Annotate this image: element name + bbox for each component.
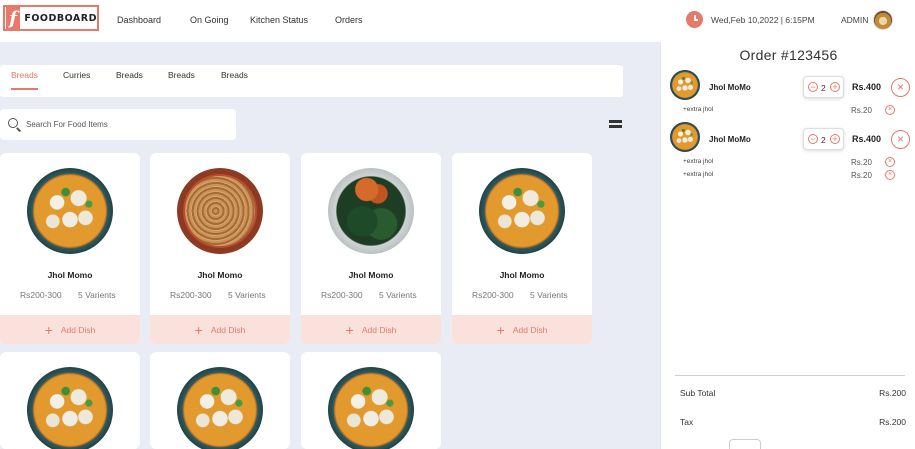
dish-name: Jhol Momo bbox=[499, 270, 545, 280]
search-bar[interactable] bbox=[0, 109, 236, 140]
dish-name: Jhol Momo bbox=[47, 270, 93, 280]
dish-image bbox=[177, 367, 263, 449]
search-input[interactable] bbox=[26, 117, 226, 131]
remove-item-button[interactable]: × bbox=[891, 78, 910, 97]
dish-variant-count: 5 Varients bbox=[530, 290, 568, 300]
dish-card bbox=[150, 352, 290, 449]
dish-card: Jhol Momo Rs200-300 5 Varients + Add Dis… bbox=[0, 153, 140, 344]
dish-name: Jhol Momo bbox=[348, 270, 394, 280]
nav-orders[interactable]: Orders bbox=[335, 15, 363, 25]
nav-on-going[interactable]: On Going bbox=[190, 15, 229, 25]
dish-price-range: Rs200-300 bbox=[472, 290, 514, 300]
dish-variant-count: 5 Varients bbox=[228, 290, 266, 300]
dish-image bbox=[27, 168, 113, 254]
remove-item-button[interactable]: × bbox=[891, 130, 910, 149]
dish-price-range: Rs200-300 bbox=[20, 290, 62, 300]
quantity-stepper: − 2 + bbox=[803, 76, 844, 98]
tab-breads-active[interactable]: Breads bbox=[11, 70, 38, 80]
user-role[interactable]: ADMIN bbox=[841, 15, 868, 25]
remove-extra-button[interactable]: × bbox=[885, 105, 895, 115]
order-item-name: Jhol MoMo bbox=[709, 83, 751, 92]
list-view-icon[interactable] bbox=[609, 120, 622, 129]
plus-icon: + bbox=[345, 321, 354, 338]
dish-price-range: Rs200-300 bbox=[170, 290, 212, 300]
brand-name: FOODBOARD bbox=[24, 12, 97, 24]
extra-price: Rs.20 bbox=[851, 158, 872, 167]
subtotal-label: Sub Total bbox=[680, 388, 716, 398]
add-dish-label: Add Dish bbox=[361, 324, 397, 335]
add-dish-button[interactable]: + Add Dish bbox=[301, 315, 441, 344]
extra-label: +extra jhol bbox=[683, 106, 714, 113]
category-tab-bar: Breads Curries Breads Breads Breads bbox=[0, 65, 623, 97]
tab-breads-3[interactable]: Breads bbox=[168, 70, 195, 80]
dish-image bbox=[479, 168, 565, 254]
dish-image bbox=[177, 168, 263, 254]
dish-price-range: Rs200-300 bbox=[321, 290, 363, 300]
dish-card bbox=[0, 352, 140, 449]
order-item-price: Rs.400 bbox=[852, 82, 882, 92]
extra-label: +extra jhol bbox=[683, 158, 714, 165]
plus-icon: + bbox=[496, 321, 505, 338]
search-icon bbox=[8, 118, 18, 128]
extra-price: Rs.20 bbox=[851, 106, 872, 115]
dish-variant-count: 5 Varients bbox=[379, 290, 417, 300]
order-panel: Order #123456 Jhol MoMo − 2 + Rs.400 × +… bbox=[660, 42, 915, 449]
dish-image bbox=[328, 168, 414, 254]
decrease-quantity-button[interactable]: − bbox=[808, 134, 818, 144]
logo-icon: f bbox=[6, 7, 21, 29]
dish-card bbox=[301, 352, 441, 449]
extra-price: Rs.20 bbox=[851, 171, 872, 180]
app-logo[interactable]: f FOODBOARD bbox=[3, 5, 99, 31]
avatar[interactable] bbox=[873, 10, 893, 30]
tax-label: Tax bbox=[680, 417, 694, 427]
dish-name: Jhol Momo bbox=[197, 270, 243, 280]
dish-variant-count: 5 Varients bbox=[78, 290, 116, 300]
current-datetime: Wed,Feb 10,2022 | 6:15PM bbox=[711, 15, 815, 25]
add-dish-button[interactable]: + Add Dish bbox=[0, 315, 140, 344]
add-dish-label: Add Dish bbox=[512, 324, 548, 335]
tab-curries[interactable]: Curries bbox=[63, 70, 90, 80]
tab-breads-4[interactable]: Breads bbox=[221, 70, 248, 80]
clock-icon bbox=[686, 11, 703, 28]
quantity-stepper: − 2 + bbox=[803, 128, 844, 150]
order-item-image bbox=[670, 122, 700, 152]
active-tab-indicator bbox=[11, 88, 38, 90]
plus-icon: + bbox=[44, 321, 53, 338]
quantity-value: 2 bbox=[821, 83, 826, 93]
add-dish-button[interactable]: + Add Dish bbox=[452, 315, 592, 344]
dish-card: Jhol Momo Rs200-300 5 Varients + Add Dis… bbox=[452, 153, 592, 344]
order-item-name: Jhol MoMo bbox=[709, 135, 751, 144]
summary-divider bbox=[675, 375, 905, 376]
add-dish-label: Add Dish bbox=[60, 324, 96, 335]
increase-quantity-button[interactable]: + bbox=[830, 82, 840, 92]
plus-icon: + bbox=[194, 321, 203, 338]
subtotal-value: Rs.200 bbox=[879, 388, 906, 398]
order-title: Order #123456 bbox=[739, 47, 838, 63]
dish-image bbox=[27, 367, 113, 449]
add-dish-label: Add Dish bbox=[210, 324, 246, 335]
dish-card: Jhol Momo Rs200-300 5 Varients + Add Dis… bbox=[150, 153, 290, 344]
discount-input[interactable] bbox=[729, 439, 761, 449]
remove-extra-button[interactable]: × bbox=[885, 170, 895, 180]
extra-label: +extra jhol bbox=[683, 171, 714, 178]
nav-kitchen-status[interactable]: Kitchen Status bbox=[250, 15, 308, 25]
decrease-quantity-button[interactable]: − bbox=[808, 82, 818, 92]
order-item-price: Rs.400 bbox=[852, 134, 882, 144]
order-item-image bbox=[670, 70, 700, 100]
dish-image bbox=[328, 367, 414, 449]
top-bar: f FOODBOARD Dashboard On Going Kitchen S… bbox=[0, 0, 915, 42]
increase-quantity-button[interactable]: + bbox=[830, 134, 840, 144]
quantity-value: 2 bbox=[821, 135, 826, 145]
tax-value: Rs.200 bbox=[879, 417, 906, 427]
nav-dashboard[interactable]: Dashboard bbox=[117, 15, 161, 25]
add-dish-button[interactable]: + Add Dish bbox=[150, 315, 290, 344]
dish-card: Jhol Momo Rs200-300 5 Varients + Add Dis… bbox=[301, 153, 441, 344]
remove-extra-button[interactable]: × bbox=[885, 157, 895, 167]
tab-breads-2[interactable]: Breads bbox=[116, 70, 143, 80]
